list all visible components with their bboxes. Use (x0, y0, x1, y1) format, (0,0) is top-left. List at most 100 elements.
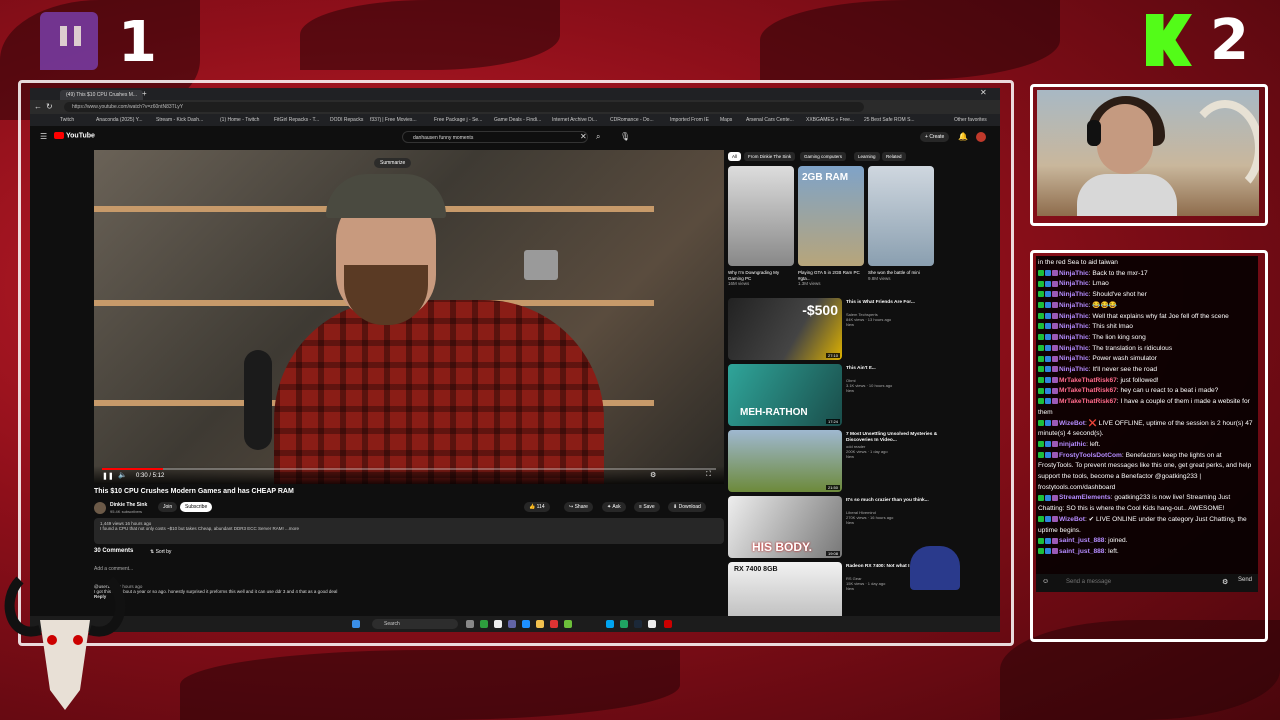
bookmark-item[interactable]: XXBGAMES » Free... (806, 116, 854, 124)
chat-username[interactable]: ninjathic (1059, 441, 1086, 448)
search-icon[interactable]: ⌕ (596, 132, 600, 142)
video-title-link[interactable]: It's so much crazier than you think... (846, 498, 946, 504)
like-button[interactable]: 👍 114 (524, 502, 550, 512)
microphone-icon[interactable]: 🎙 (620, 132, 630, 142)
taskbar-search[interactable]: Search (372, 619, 458, 629)
chat-username[interactable]: NinjaThic (1059, 302, 1089, 309)
send-button[interactable]: Send (1238, 577, 1252, 583)
chat-username[interactable]: MrTakeThatRisk67 (1059, 387, 1117, 394)
chat-username[interactable]: MrTakeThatRisk67 (1059, 377, 1117, 384)
chat-username[interactable]: FrostyToolsDotCom (1059, 452, 1122, 459)
channel-avatar[interactable] (94, 502, 106, 514)
search-input[interactable]: danhausen funny moments (402, 131, 588, 143)
chip-learning[interactable]: Learning (854, 152, 880, 161)
notifications-icon[interactable]: 🔔 (958, 132, 968, 142)
xbox-icon[interactable] (480, 620, 488, 628)
chat-username[interactable]: saint_just_888 (1059, 548, 1104, 555)
chat-input[interactable]: Send a message (1066, 579, 1111, 585)
video-title-link[interactable]: 7 Most Unsettling Unsolved Mysteries & D… (846, 432, 946, 444)
chip-gaming-computers[interactable]: Gaming computers (800, 152, 847, 161)
bookmark-item[interactable]: Other favorites (954, 116, 987, 124)
chat-username[interactable]: NinjaThic (1059, 345, 1089, 352)
pause-icon[interactable]: ❚❚ (102, 472, 114, 480)
reply-button[interactable]: Reply (94, 594, 724, 599)
youtube-logo[interactable]: YouTube (54, 132, 95, 139)
save-button[interactable]: ≡ Save (634, 502, 660, 512)
app-icon[interactable] (606, 620, 614, 628)
start-icon[interactable] (352, 620, 360, 628)
chat-username[interactable]: NinjaThic (1059, 355, 1089, 362)
short-thumbnail[interactable] (868, 166, 934, 266)
summarize-button[interactable]: Summarize (374, 158, 412, 168)
bookmark-item[interactable]: CDRomance - Do... (610, 116, 654, 124)
chat-username[interactable]: NinjaThic (1059, 334, 1089, 341)
volume-icon[interactable]: 🔈 (118, 471, 127, 479)
bookmark-item[interactable]: Twitch (60, 116, 74, 124)
bookmark-item[interactable]: Stream - Kick Dash... (156, 116, 203, 124)
app-icon[interactable] (522, 620, 530, 628)
chat-username[interactable]: NinjaThic (1059, 323, 1089, 330)
create-button[interactable]: + Create (920, 132, 950, 142)
app-icon[interactable] (664, 620, 672, 628)
short-thumbnail[interactable]: 2GB RAM (798, 166, 864, 266)
app-icon[interactable] (550, 620, 558, 628)
short-thumbnail[interactable] (728, 166, 794, 266)
close-window-icon[interactable]: ✕ (980, 88, 987, 97)
video-player[interactable]: Summarize ❚❚ 🔈 0:30 / 5:12 ⚙ ⛶ (94, 150, 724, 484)
chat-username[interactable]: NinjaThic (1059, 291, 1089, 298)
chat-username[interactable]: NinjaThic (1059, 313, 1089, 320)
join-button[interactable]: Join (158, 502, 178, 512)
bookmark-item[interactable]: Internet Archive Di... (552, 116, 597, 124)
app-icon[interactable] (648, 620, 656, 628)
url-input[interactable]: https://www.youtube.com/watch?v=z60ntN83… (64, 102, 864, 112)
steam-icon[interactable] (634, 620, 642, 628)
chat-username[interactable]: saint_just_888 (1059, 537, 1104, 544)
browser-icon[interactable] (620, 620, 628, 628)
bookmark-item[interactable]: 25 Best Safe ROM S... (864, 116, 915, 124)
chip-from-channel[interactable]: From Dinkie The Sink (744, 152, 796, 161)
bookmark-item[interactable]: f337j | Free Movies... (370, 116, 417, 124)
ask-button[interactable]: ✦ Ask (602, 502, 626, 512)
bookmark-item[interactable]: Maps (720, 116, 732, 124)
menu-icon[interactable]: ☰ (40, 132, 47, 142)
recommended-video[interactable]: 21:50 7 Most Unsettling Unsolved Mysteri… (728, 430, 988, 492)
download-button[interactable]: ⬇ Download (668, 502, 706, 512)
bookmark-item[interactable]: Imported From IE (670, 116, 709, 124)
share-button[interactable]: ↪ Share (564, 502, 593, 512)
chat-username[interactable]: WizeBot (1059, 516, 1085, 523)
refresh-icon[interactable]: ↻ (46, 102, 53, 112)
bookmark-item[interactable]: Free Package j - Se... (434, 116, 482, 124)
browser-tab-active[interactable]: (49) This $10 CPU Crushes M... (60, 90, 144, 100)
chip-all[interactable]: All (728, 152, 742, 161)
recommended-video[interactable]: -$500 27:10 This is What Friends Are For… (728, 298, 988, 360)
video-title-link[interactable]: This is What Friends Are For... (846, 300, 946, 306)
bookmark-item[interactable]: DODI Repacks (330, 116, 363, 124)
bookmark-item[interactable]: FitGirl Repacks - T... (274, 116, 319, 124)
bookmark-item[interactable]: Anaconda (2025) Y... (96, 116, 143, 124)
new-tab-icon[interactable]: + (142, 89, 147, 98)
subscribe-button[interactable]: Subscribe (180, 502, 213, 512)
chat-username[interactable]: NinjaThic (1059, 270, 1089, 277)
recommended-video[interactable]: MEH-RATHON 17:24 This Ain't It... Obmi 3.… (728, 364, 988, 426)
bookmark-item[interactable]: (1) Home - Twitch (220, 116, 259, 124)
app-icon[interactable] (508, 620, 516, 628)
video-title-link[interactable]: This Ain't It... (846, 366, 946, 372)
chat-username[interactable]: MrTakeThatRisk67 (1059, 398, 1117, 405)
task-view-icon[interactable] (466, 620, 474, 628)
sort-by-button[interactable]: ⇅ Sort by (150, 549, 171, 555)
chat-username[interactable]: NinjaThic (1059, 366, 1089, 373)
back-icon[interactable]: ← (34, 102, 42, 112)
chip-related[interactable]: Related (882, 152, 906, 161)
account-avatar[interactable] (976, 132, 986, 142)
chat-username[interactable]: WizeBot (1059, 420, 1085, 427)
bookmark-item[interactable]: Arsenal Cars Cente... (746, 116, 794, 124)
video-description[interactable]: 1,449 views 16 hours ago I found a CPU t… (94, 518, 724, 544)
chat-emote-icon[interactable]: ☺ (1042, 578, 1049, 585)
app-icon[interactable] (494, 620, 502, 628)
chat-username[interactable]: NinjaThic (1059, 280, 1089, 287)
chat-settings-icon[interactable]: ⚙ (1222, 578, 1228, 586)
bookmark-item[interactable]: Game Deals - Findi... (494, 116, 541, 124)
settings-icon[interactable]: ⚙ (650, 471, 656, 479)
clear-search-icon[interactable]: ✕ (580, 132, 587, 142)
fullscreen-icon[interactable]: ⛶ (706, 471, 711, 479)
